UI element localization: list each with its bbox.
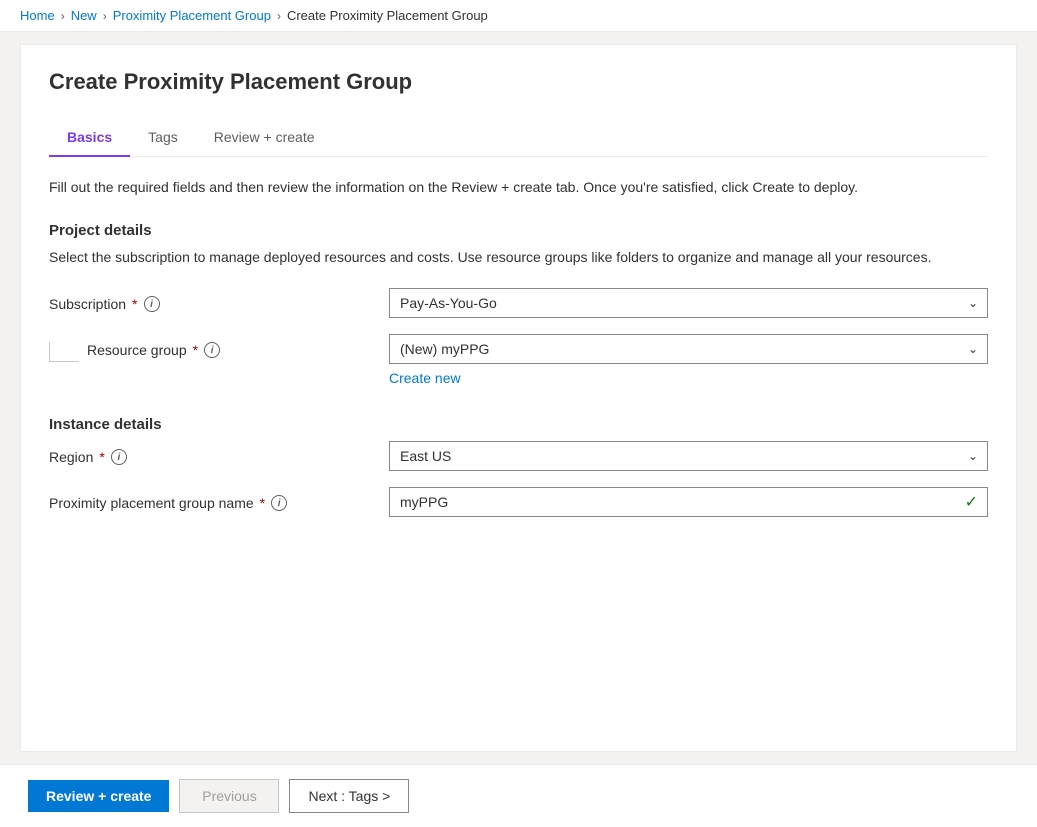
indent-line (49, 342, 79, 362)
resource-group-label-col: Resource group * i (49, 334, 389, 362)
region-required: * (99, 449, 104, 465)
breadcrumb: Home › New › Proximity Placement Group ›… (0, 0, 1037, 32)
region-info-icon[interactable]: i (111, 449, 127, 465)
ppg-name-input-wrapper: ✓ (389, 487, 988, 517)
subscription-required: * (132, 296, 137, 312)
previous-button: Previous (179, 779, 279, 813)
subscription-info-icon[interactable]: i (144, 296, 160, 312)
region-control: East US ⌄ (389, 441, 988, 471)
resource-group-label: Resource group (87, 342, 187, 358)
resource-group-dropdown-wrapper: (New) myPPG ⌄ (389, 334, 988, 364)
resource-group-dropdown[interactable]: (New) myPPG (389, 334, 988, 364)
ppg-name-input[interactable] (389, 487, 988, 517)
region-label: Region (49, 449, 93, 465)
tab-bar: Basics Tags Review + create (49, 119, 988, 157)
ppg-name-label-col: Proximity placement group name * i (49, 487, 389, 511)
main-content: Create Proximity Placement Group Basics … (20, 44, 1017, 752)
breadcrumb-current: Create Proximity Placement Group (287, 8, 488, 23)
breadcrumb-home[interactable]: Home (20, 8, 55, 23)
subscription-dropdown[interactable]: Pay-As-You-Go (389, 288, 988, 318)
subscription-label-col: Subscription * i (49, 288, 389, 312)
instance-details-section: Instance details Region * i East US ⌄ (49, 416, 988, 517)
region-dropdown[interactable]: East US (389, 441, 988, 471)
resource-group-info-icon[interactable]: i (204, 342, 220, 358)
tab-review-create[interactable]: Review + create (196, 119, 333, 157)
breadcrumb-sep-3: › (277, 9, 281, 23)
ppg-name-row: Proximity placement group name * i ✓ (49, 487, 988, 517)
ppg-name-control: ✓ (389, 487, 988, 517)
resource-group-required: * (193, 342, 198, 358)
region-row: Region * i East US ⌄ (49, 441, 988, 471)
tab-basics[interactable]: Basics (49, 119, 130, 157)
subscription-row: Subscription * i Pay-As-You-Go ⌄ (49, 288, 988, 318)
next-button[interactable]: Next : Tags > (289, 779, 409, 813)
review-create-button[interactable]: Review + create (28, 780, 169, 812)
form-description: Fill out the required fields and then re… (49, 177, 988, 198)
project-details-desc: Select the subscription to manage deploy… (49, 247, 988, 268)
ppg-name-label: Proximity placement group name (49, 495, 254, 511)
tab-tags[interactable]: Tags (130, 119, 196, 157)
ppg-name-check-icon: ✓ (965, 492, 978, 512)
breadcrumb-ppg[interactable]: Proximity Placement Group (113, 8, 271, 23)
subscription-label: Subscription (49, 296, 126, 312)
subscription-dropdown-wrapper: Pay-As-You-Go ⌄ (389, 288, 988, 318)
project-details-heading: Project details (49, 222, 988, 239)
breadcrumb-sep-2: › (103, 9, 107, 23)
breadcrumb-sep-1: › (61, 9, 65, 23)
resource-group-control: (New) myPPG ⌄ Create new (389, 334, 988, 386)
subscription-control: Pay-As-You-Go ⌄ (389, 288, 988, 318)
resource-group-row: Resource group * i (New) myPPG ⌄ Create … (49, 334, 988, 386)
region-dropdown-wrapper: East US ⌄ (389, 441, 988, 471)
bottom-bar: Review + create Previous Next : Tags > (0, 764, 1037, 827)
instance-details-heading: Instance details (49, 416, 988, 433)
region-label-col: Region * i (49, 441, 389, 465)
page-title: Create Proximity Placement Group (49, 69, 988, 95)
ppg-name-required: * (260, 495, 265, 511)
project-details-section: Project details Select the subscription … (49, 222, 988, 386)
breadcrumb-new[interactable]: New (71, 8, 97, 23)
ppg-name-info-icon[interactable]: i (271, 495, 287, 511)
create-new-link[interactable]: Create new (389, 370, 461, 386)
